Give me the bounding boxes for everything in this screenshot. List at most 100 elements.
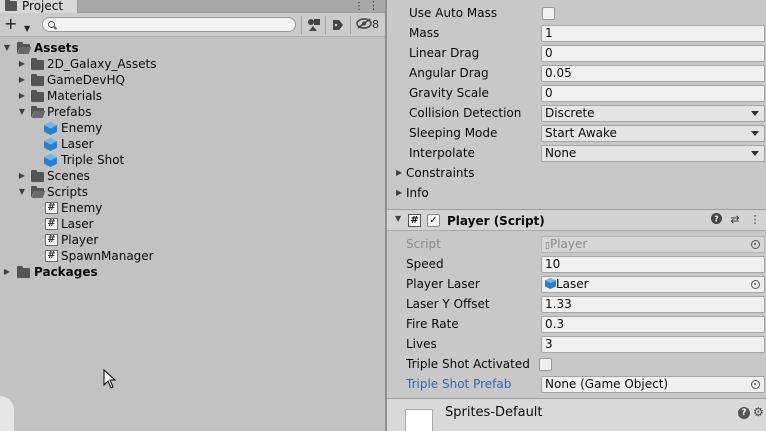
dropdown-value: None	[545, 146, 577, 160]
foldout-collapsed-icon[interactable]: ▶	[17, 168, 27, 184]
tree-item-prefab-laser[interactable]: Laser	[0, 136, 385, 152]
gear-icon[interactable]: ⚙	[753, 405, 764, 419]
dropdown-value: Start Awake	[545, 126, 617, 140]
prefab-cube-icon	[545, 278, 556, 289]
filter-by-label-button[interactable]	[325, 16, 349, 34]
foldout-expanded-icon[interactable]: ▼	[17, 104, 27, 120]
prop-label: Fire Rate	[406, 317, 459, 331]
material-section: Sprites-Default ? ⚙	[387, 398, 766, 431]
foldout-collapsed-icon[interactable]: ▶	[396, 183, 402, 203]
gravity-scale-field[interactable]: 0	[541, 85, 765, 102]
help-icon[interactable]: ?	[709, 213, 723, 227]
angular-drag-field[interactable]: 0.05	[541, 65, 765, 82]
component-enabled-checkbox[interactable]: ✓	[427, 214, 440, 227]
linear-drag-field[interactable]: 0	[541, 45, 765, 62]
object-picker-icon	[751, 240, 760, 249]
tree-item-2d-galaxy-assets[interactable]: ▶ 2D_Galaxy_Assets	[0, 56, 385, 72]
hidden-packages-button[interactable]: 8	[350, 16, 384, 34]
mass-field[interactable]: 1	[541, 25, 765, 42]
more-menu-icon[interactable]: ⋮	[368, 0, 379, 13]
speed-field[interactable]: 10	[541, 256, 765, 273]
create-button[interactable]: + ▼	[4, 16, 34, 34]
filter-by-type-button[interactable]	[301, 16, 325, 34]
foldout-expanded-icon[interactable]: ▼	[17, 184, 27, 200]
foldout-expanded-icon[interactable]: ▼	[2, 40, 12, 56]
search-field[interactable]	[42, 17, 296, 32]
lives-field[interactable]: 3	[541, 336, 765, 353]
constraints-foldout[interactable]: ▶ Constraints	[387, 163, 766, 183]
tree-item-script-laser[interactable]: # Laser	[0, 216, 385, 232]
component-title: Player (Script)	[447, 214, 545, 228]
object-reference-value: Laser	[556, 277, 589, 291]
material-title: Sprites-Default	[445, 405, 543, 420]
prop-label: Script	[406, 237, 441, 251]
prop-fire-rate: Fire Rate 0.3	[387, 314, 766, 334]
tree-label: GameDevHQ	[47, 73, 125, 87]
prop-label: Triple Shot Prefab	[406, 377, 512, 391]
prop-use-auto-mass: Use Auto Mass	[387, 3, 766, 23]
fire-rate-field[interactable]: 0.3	[541, 316, 765, 333]
collision-detection-dropdown[interactable]: Discrete	[541, 105, 765, 122]
tree-item-prefab-enemy[interactable]: Enemy	[0, 120, 385, 136]
prop-player-laser: Player Laser Laser	[387, 274, 766, 294]
prop-label: Constraints	[406, 166, 475, 180]
object-picker-icon[interactable]	[751, 280, 760, 289]
search-input[interactable]	[59, 18, 289, 31]
tree-label: Laser	[61, 217, 94, 231]
lock-icon[interactable]: ⋮	[354, 0, 364, 13]
foldout-collapsed-icon[interactable]: ▶	[17, 88, 27, 104]
prop-mass: Mass 1	[387, 23, 766, 43]
dropdown-value: Discrete	[545, 106, 595, 120]
tree-item-gamedevhq[interactable]: ▶ GameDevHQ	[0, 72, 385, 88]
tree-item-prefab-triple-shot[interactable]: Triple Shot	[0, 152, 385, 168]
foldout-collapsed-icon[interactable]: ▶	[396, 163, 402, 183]
tree-item-script-spawnmanager[interactable]: # SpawnManager	[0, 248, 385, 264]
tree-item-script-enemy[interactable]: # Enemy	[0, 200, 385, 216]
prop-label: Lives	[406, 337, 437, 351]
hidden-count: 8	[372, 18, 379, 31]
project-tab[interactable]: Project	[0, 0, 78, 13]
tree-item-scripts[interactable]: ▼ Scripts	[0, 184, 385, 200]
foldout-collapsed-icon[interactable]: ▶	[17, 56, 27, 72]
tree-label: Packages	[34, 265, 98, 279]
tree-item-scenes[interactable]: ▶ Scenes	[0, 168, 385, 184]
triple-shot-activated-checkbox[interactable]	[539, 358, 552, 371]
prop-label: Player Laser	[406, 277, 480, 291]
prop-label: Linear Drag	[409, 46, 480, 60]
folder-icon	[31, 58, 44, 70]
tab-strip	[78, 0, 385, 13]
triple-shot-prefab-reference-field[interactable]: None (Game Object)	[541, 376, 765, 393]
tree-item-packages[interactable]: ▶ Packages	[0, 264, 385, 280]
object-reference-value: Player	[549, 237, 588, 251]
preset-sliders-icon[interactable]: ⇄	[728, 213, 742, 227]
prop-label: Interpolate	[409, 146, 475, 160]
prop-speed: Speed 10	[387, 254, 766, 274]
info-foldout[interactable]: ▶ Info	[387, 183, 766, 203]
material-preview-thumbnail	[405, 409, 433, 431]
tree-label: Scripts	[47, 185, 89, 199]
interpolate-dropdown[interactable]: None	[541, 145, 765, 162]
tree-item-prefabs[interactable]: ▼ Prefabs	[0, 104, 385, 120]
prop-label: Speed	[406, 257, 444, 271]
project-tab-label: Project	[22, 0, 64, 13]
tree-item-script-player[interactable]: # Player	[0, 232, 385, 248]
player-laser-reference-field[interactable]: Laser	[541, 276, 765, 293]
more-menu-icon[interactable]: ⋮	[748, 213, 762, 227]
tree-label: Prefabs	[47, 105, 92, 119]
foldout-expanded-icon[interactable]: ▼	[395, 214, 401, 223]
project-panel: Project ⋮ ⋮ + ▼ 8 ▼ Assets ▶ 2D_Galaxy_A…	[0, 0, 385, 431]
tree-item-assets[interactable]: ▼ Assets	[0, 40, 385, 56]
use-auto-mass-checkbox[interactable]	[542, 7, 555, 20]
object-picker-icon[interactable]	[751, 380, 760, 389]
player-script-header[interactable]: ▼ # ✓ Player (Script) ? ⇄ ⋮	[387, 209, 766, 231]
sleeping-mode-dropdown[interactable]: Start Awake	[541, 125, 765, 142]
tree-item-materials[interactable]: ▶ Materials	[0, 88, 385, 104]
laser-y-offset-field[interactable]: 1.33	[541, 296, 765, 313]
prop-sleeping-mode: Sleeping Mode Start Awake	[387, 123, 766, 143]
script-reference-field: ▯Player	[541, 236, 765, 253]
foldout-collapsed-icon[interactable]: ▶	[2, 264, 12, 280]
help-icon[interactable]: ?	[738, 407, 750, 419]
foldout-collapsed-icon[interactable]: ▶	[17, 72, 27, 88]
tree-label: Enemy	[61, 201, 103, 215]
folder-open-icon	[17, 42, 32, 54]
